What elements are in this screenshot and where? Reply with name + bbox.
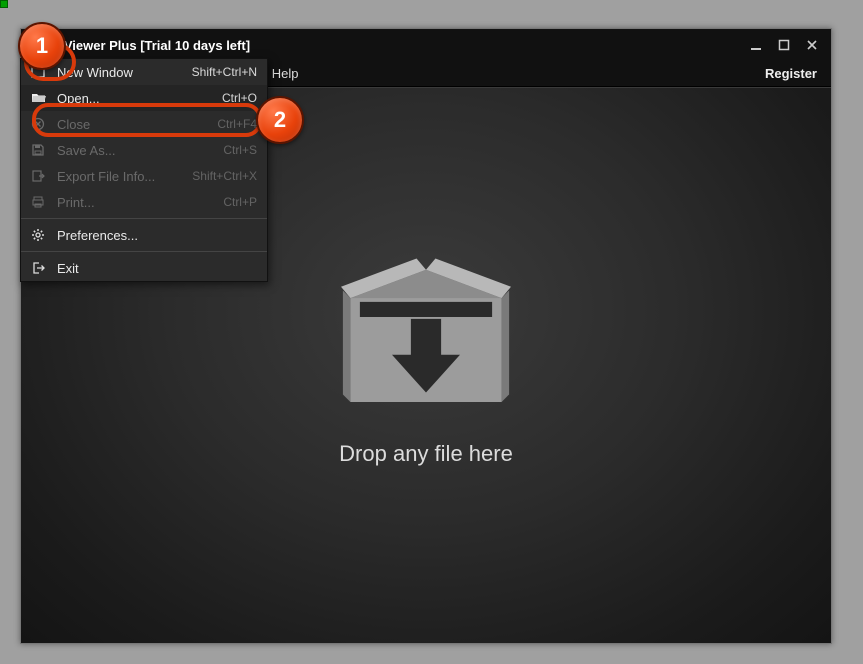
menu-item-shortcut: Shift+Ctrl+N bbox=[192, 65, 257, 79]
menu-item-label: Close bbox=[57, 117, 207, 132]
exit-icon bbox=[29, 261, 47, 275]
gear-icon bbox=[29, 228, 47, 242]
menu-item-label: Export File Info... bbox=[57, 169, 182, 184]
print-icon bbox=[29, 195, 47, 209]
menu-item-shortcut: Ctrl+O bbox=[222, 91, 257, 105]
annotation-number: 1 bbox=[36, 33, 48, 59]
file-menu-dropdown: New Window Shift+Ctrl+N Open... Ctrl+O C… bbox=[20, 58, 268, 282]
menu-item-shortcut: Ctrl+F4 bbox=[217, 117, 257, 131]
window-title: e Viewer Plus [Trial 10 days left] bbox=[53, 38, 741, 53]
annotation-step-2: 2 bbox=[256, 96, 304, 144]
menu-item-label: Print... bbox=[57, 195, 213, 210]
save-icon bbox=[29, 143, 47, 157]
menu-help-label: Help bbox=[272, 66, 299, 81]
folder-open-icon bbox=[29, 91, 47, 105]
selection-corner-marker bbox=[0, 0, 8, 8]
menu-item-label: New Window bbox=[57, 65, 182, 80]
menu-item-exit[interactable]: Exit bbox=[21, 255, 267, 281]
register-label: Register bbox=[765, 66, 817, 81]
menu-item-close: Close Ctrl+F4 bbox=[21, 111, 267, 137]
menu-item-export: Export File Info... Shift+Ctrl+X bbox=[21, 163, 267, 189]
menu-help[interactable]: Help bbox=[262, 61, 309, 86]
menu-item-open[interactable]: Open... Ctrl+O bbox=[21, 85, 267, 111]
drop-target[interactable]: Drop any file here bbox=[331, 249, 521, 467]
menu-item-label: Open... bbox=[57, 91, 212, 106]
annotation-step-1: 1 bbox=[18, 22, 66, 70]
titlebar: e Viewer Plus [Trial 10 days left] bbox=[21, 29, 831, 61]
maximize-button[interactable] bbox=[771, 35, 797, 55]
menubar-spacer bbox=[308, 61, 751, 86]
register-link[interactable]: Register bbox=[751, 61, 831, 86]
close-button[interactable] bbox=[799, 35, 825, 55]
menu-item-print: Print... Ctrl+P bbox=[21, 189, 267, 215]
menu-item-label: Save As... bbox=[57, 143, 213, 158]
export-icon bbox=[29, 169, 47, 183]
menu-item-shortcut: Ctrl+S bbox=[223, 143, 257, 157]
menu-item-preferences[interactable]: Preferences... bbox=[21, 222, 267, 248]
menu-item-shortcut: Ctrl+P bbox=[223, 195, 257, 209]
annotation-number: 2 bbox=[274, 107, 286, 133]
menu-item-label: Preferences... bbox=[57, 228, 247, 243]
drop-box-icon bbox=[331, 249, 521, 419]
menu-separator bbox=[21, 251, 267, 252]
menu-item-save-as: Save As... Ctrl+S bbox=[21, 137, 267, 163]
minimize-button[interactable] bbox=[743, 35, 769, 55]
menu-item-label: Exit bbox=[57, 261, 247, 276]
drop-text: Drop any file here bbox=[339, 441, 513, 467]
menu-item-shortcut: Shift+Ctrl+X bbox=[192, 169, 257, 183]
close-file-icon bbox=[29, 117, 47, 131]
menu-separator bbox=[21, 218, 267, 219]
